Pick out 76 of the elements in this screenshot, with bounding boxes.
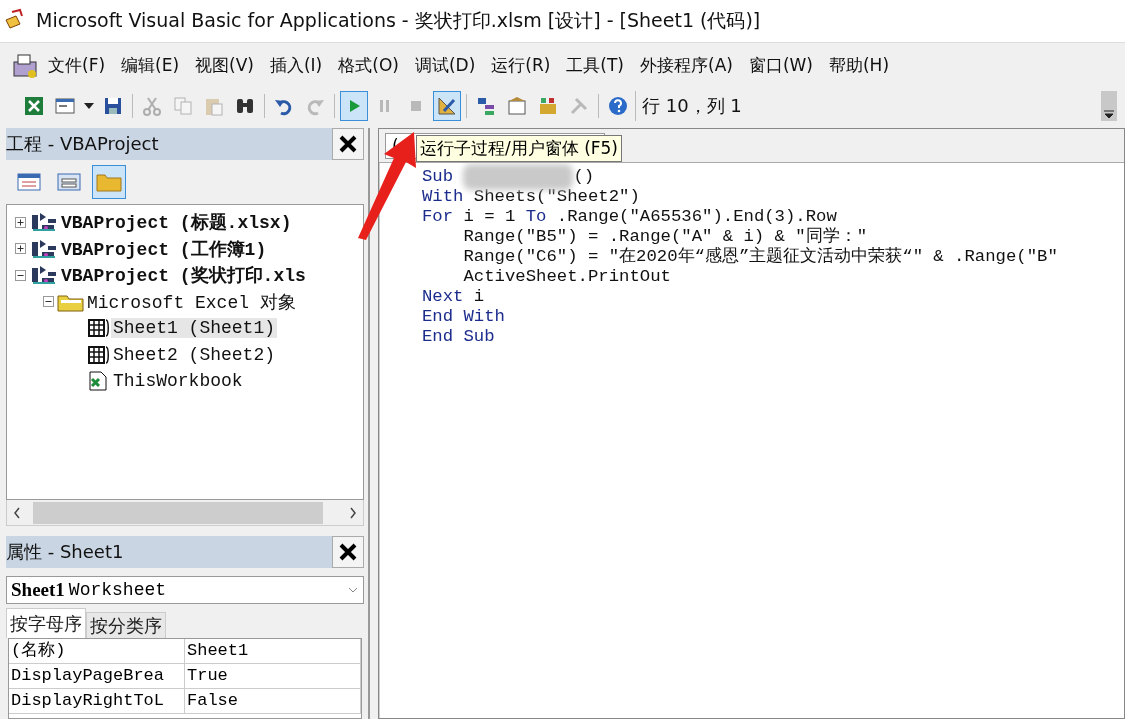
code-line: End Sub [422, 327, 496, 347]
tooltip: 运行子过程/用户窗体 (F5) [416, 135, 622, 162]
code-line: End With [422, 307, 506, 327]
cursor-position: 行 10，列 1 [642, 94, 742, 118]
project-icon [29, 264, 59, 287]
save-icon [102, 95, 124, 117]
close-button[interactable] [332, 536, 364, 568]
menu-item[interactable]: 调试(D) [406, 50, 484, 81]
form-icon [57, 172, 81, 192]
menu-item[interactable]: 帮助(H) [821, 50, 898, 81]
tab[interactable]: 按字母序 [6, 608, 86, 638]
sheet-icon [87, 343, 111, 366]
form-icon [54, 95, 76, 117]
copy-icon [172, 95, 194, 117]
code-line: Next i [422, 287, 486, 307]
scroll-right-icon[interactable] [349, 506, 357, 519]
code-line: With Sheets("Sheet2") [422, 187, 641, 207]
property-value[interactable]: True [185, 664, 361, 689]
menu-item[interactable]: 编辑(E) [113, 50, 188, 81]
menu-item[interactable]: 运行(R) [483, 50, 559, 81]
tree-item[interactable]: Sheet2 (Sheet2) [111, 344, 278, 365]
collapse-toggle[interactable] [15, 269, 26, 281]
tree-item[interactable]: Microsoft Excel 对象 [85, 289, 298, 314]
window-title: Microsoft Visual Basic for Applications - 奖状打印.xlsm [设计] - [Sheet1 (代码)] [36, 8, 761, 33]
property-value[interactable]: Sheet1 [185, 639, 361, 664]
menu-item[interactable]: 外接程序(A) [632, 50, 741, 81]
pane-tool-button[interactable] [92, 165, 126, 199]
property-name: (名称) [9, 639, 185, 664]
folder-icon [96, 171, 122, 193]
wrench-icon [568, 95, 590, 117]
ruler-pencil-icon [436, 95, 458, 117]
code-line: Sub () [422, 167, 1124, 187]
property-name: DisplayPageBrea [9, 664, 185, 689]
menu-item[interactable]: 插入(I) [261, 50, 331, 81]
menu-item[interactable]: 视图(V) [187, 50, 262, 81]
tab[interactable]: 按分类序 [86, 612, 166, 638]
toolbox-icon[interactable] [10, 51, 40, 80]
expand-toggle[interactable] [15, 243, 26, 255]
project-icon [29, 237, 59, 260]
toolbar-options-icon[interactable] [1101, 91, 1117, 121]
scissors-icon [141, 95, 163, 117]
tree-item[interactable]: VBAProject (标题.xlsx) [59, 210, 294, 235]
spreadsheet-icon [23, 95, 45, 117]
properties-icon [506, 95, 528, 117]
close-icon [338, 542, 358, 562]
pane-title: 工程 - VBAProject [6, 132, 159, 156]
caret-icon [84, 103, 94, 109]
collapse-toggle[interactable] [43, 296, 54, 308]
chevron-down-icon [347, 586, 359, 594]
code-line: Range("B5") = .Range("A" & i) & "同学：" [462, 227, 869, 246]
code-line: For i = 1 To .Range("A65536").End(3).Row [422, 207, 838, 227]
toolbox-icon [537, 95, 559, 117]
tree-item[interactable]: VBAProject (工作簿1) [59, 236, 269, 261]
pane-title: 属性 - Sheet1 [6, 540, 124, 564]
horizontal-scrollbar[interactable] [6, 500, 364, 526]
project-icon [29, 211, 59, 234]
scroll-left-icon[interactable] [13, 506, 21, 519]
tree-item[interactable]: ThisWorkbook [111, 371, 245, 392]
help-icon [607, 95, 629, 117]
close-button[interactable] [332, 128, 364, 160]
menu-item[interactable]: 窗口(W) [740, 50, 821, 81]
code-line: ActiveSheet.PrintOut [462, 267, 672, 287]
expand-toggle[interactable] [15, 216, 26, 228]
property-value[interactable]: False [185, 689, 361, 714]
close-icon [338, 134, 358, 154]
tree-item[interactable]: VBAProject (奖状打印.xls [59, 263, 308, 288]
property-name: DisplayRightToL [9, 689, 185, 714]
project-tree-icon [475, 95, 497, 117]
sheet-icon [87, 317, 111, 340]
code-line: Range("C6") = "在2020年“感恩”主题征文活动中荣获“" & .Range("B" [462, 247, 1059, 267]
menu-item[interactable]: 工具(T) [558, 50, 632, 81]
object-dropdown[interactable]: Sheet1 Worksheet [6, 576, 364, 604]
grid-icon [17, 172, 41, 192]
tree-item[interactable]: Sheet1 (Sheet1) [111, 318, 278, 339]
menu-item[interactable]: 文件(F) [40, 50, 114, 81]
menu-item[interactable]: 格式(O) [330, 50, 407, 81]
